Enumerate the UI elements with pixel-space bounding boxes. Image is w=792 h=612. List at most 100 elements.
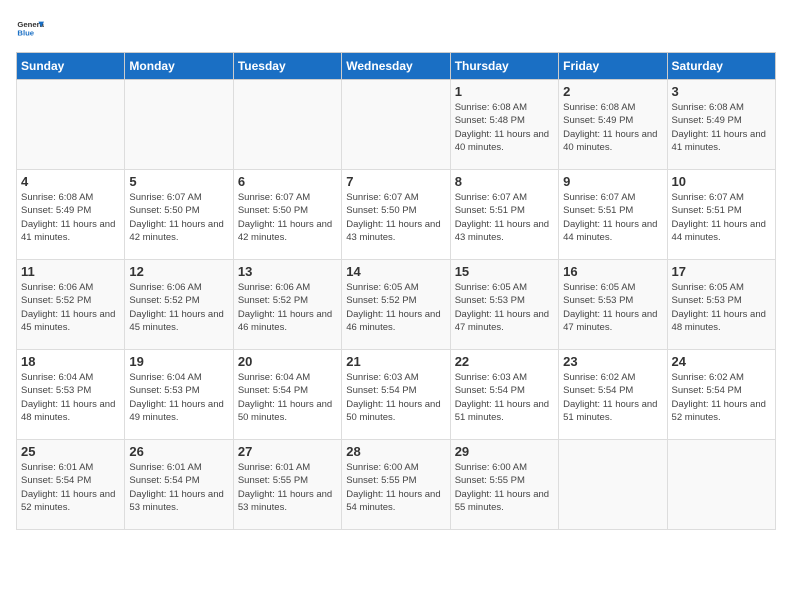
day-number: 6 bbox=[238, 174, 337, 189]
calendar-cell: 15 Sunrise: 6:05 AM Sunset: 5:53 PM Dayli… bbox=[450, 260, 558, 350]
day-number: 8 bbox=[455, 174, 554, 189]
day-number: 18 bbox=[21, 354, 120, 369]
col-header-saturday: Saturday bbox=[667, 53, 775, 80]
day-number: 14 bbox=[346, 264, 445, 279]
calendar-cell bbox=[233, 80, 341, 170]
calendar-cell: 29 Sunrise: 6:00 AM Sunset: 5:55 PM Dayli… bbox=[450, 440, 558, 530]
day-number: 17 bbox=[672, 264, 771, 279]
day-number: 7 bbox=[346, 174, 445, 189]
calendar-cell: 24 Sunrise: 6:02 AM Sunset: 5:54 PM Dayli… bbox=[667, 350, 775, 440]
header: General Blue bbox=[16, 16, 776, 44]
day-number: 22 bbox=[455, 354, 554, 369]
day-number: 23 bbox=[563, 354, 662, 369]
day-info: Sunrise: 6:05 AM Sunset: 5:53 PM Dayligh… bbox=[455, 281, 554, 334]
day-info: Sunrise: 6:07 AM Sunset: 5:50 PM Dayligh… bbox=[238, 191, 337, 244]
col-header-thursday: Thursday bbox=[450, 53, 558, 80]
calendar-cell: 2 Sunrise: 6:08 AM Sunset: 5:49 PM Daylig… bbox=[559, 80, 667, 170]
day-number: 19 bbox=[129, 354, 228, 369]
calendar-cell: 6 Sunrise: 6:07 AM Sunset: 5:50 PM Daylig… bbox=[233, 170, 341, 260]
day-number: 28 bbox=[346, 444, 445, 459]
day-info: Sunrise: 6:07 AM Sunset: 5:51 PM Dayligh… bbox=[455, 191, 554, 244]
day-info: Sunrise: 6:08 AM Sunset: 5:49 PM Dayligh… bbox=[563, 101, 662, 154]
calendar-cell: 26 Sunrise: 6:01 AM Sunset: 5:54 PM Dayli… bbox=[125, 440, 233, 530]
col-header-monday: Monday bbox=[125, 53, 233, 80]
day-info: Sunrise: 6:06 AM Sunset: 5:52 PM Dayligh… bbox=[21, 281, 120, 334]
day-info: Sunrise: 6:02 AM Sunset: 5:54 PM Dayligh… bbox=[563, 371, 662, 424]
day-info: Sunrise: 6:02 AM Sunset: 5:54 PM Dayligh… bbox=[672, 371, 771, 424]
day-info: Sunrise: 6:00 AM Sunset: 5:55 PM Dayligh… bbox=[455, 461, 554, 514]
day-info: Sunrise: 6:04 AM Sunset: 5:53 PM Dayligh… bbox=[21, 371, 120, 424]
calendar-table: SundayMondayTuesdayWednesdayThursdayFrid… bbox=[16, 52, 776, 530]
day-info: Sunrise: 6:05 AM Sunset: 5:53 PM Dayligh… bbox=[563, 281, 662, 334]
logo: General Blue bbox=[16, 16, 44, 44]
day-number: 21 bbox=[346, 354, 445, 369]
col-header-friday: Friday bbox=[559, 53, 667, 80]
day-info: Sunrise: 6:07 AM Sunset: 5:50 PM Dayligh… bbox=[346, 191, 445, 244]
calendar-cell: 1Sunrise: 6:08 AM Sunset: 5:48 PM Daylig… bbox=[450, 80, 558, 170]
day-number: 3 bbox=[672, 84, 771, 99]
day-info: Sunrise: 6:00 AM Sunset: 5:55 PM Dayligh… bbox=[346, 461, 445, 514]
calendar-cell: 16 Sunrise: 6:05 AM Sunset: 5:53 PM Dayli… bbox=[559, 260, 667, 350]
day-info: Sunrise: 6:05 AM Sunset: 5:52 PM Dayligh… bbox=[346, 281, 445, 334]
calendar-cell: 21 Sunrise: 6:03 AM Sunset: 5:54 PM Dayli… bbox=[342, 350, 450, 440]
day-info: Sunrise: 6:03 AM Sunset: 5:54 PM Dayligh… bbox=[346, 371, 445, 424]
day-number: 24 bbox=[672, 354, 771, 369]
calendar-cell: 22 Sunrise: 6:03 AM Sunset: 5:54 PM Dayli… bbox=[450, 350, 558, 440]
calendar-cell: 17 Sunrise: 6:05 AM Sunset: 5:53 PM Dayli… bbox=[667, 260, 775, 350]
calendar-cell: 7 Sunrise: 6:07 AM Sunset: 5:50 PM Daylig… bbox=[342, 170, 450, 260]
col-header-tuesday: Tuesday bbox=[233, 53, 341, 80]
day-info: Sunrise: 6:07 AM Sunset: 5:50 PM Dayligh… bbox=[129, 191, 228, 244]
calendar-cell bbox=[667, 440, 775, 530]
calendar-cell: 12Sunrise: 6:06 AM Sunset: 5:52 PM Dayli… bbox=[125, 260, 233, 350]
day-info: Sunrise: 6:01 AM Sunset: 5:54 PM Dayligh… bbox=[129, 461, 228, 514]
day-number: 27 bbox=[238, 444, 337, 459]
day-number: 29 bbox=[455, 444, 554, 459]
logo-icon: General Blue bbox=[16, 16, 44, 44]
calendar-cell: 20 Sunrise: 6:04 AM Sunset: 5:54 PM Dayli… bbox=[233, 350, 341, 440]
day-number: 9 bbox=[563, 174, 662, 189]
day-info: Sunrise: 6:06 AM Sunset: 5:52 PM Dayligh… bbox=[129, 281, 228, 334]
day-number: 11 bbox=[21, 264, 120, 279]
day-number: 15 bbox=[455, 264, 554, 279]
calendar-cell: 14 Sunrise: 6:05 AM Sunset: 5:52 PM Dayli… bbox=[342, 260, 450, 350]
calendar-cell: 27 Sunrise: 6:01 AM Sunset: 5:55 PM Dayli… bbox=[233, 440, 341, 530]
calendar-cell: 10 Sunrise: 6:07 AM Sunset: 5:51 PM Dayli… bbox=[667, 170, 775, 260]
day-number: 25 bbox=[21, 444, 120, 459]
calendar-cell: 28 Sunrise: 6:00 AM Sunset: 5:55 PM Dayli… bbox=[342, 440, 450, 530]
day-info: Sunrise: 6:04 AM Sunset: 5:54 PM Dayligh… bbox=[238, 371, 337, 424]
day-number: 4 bbox=[21, 174, 120, 189]
day-info: Sunrise: 6:05 AM Sunset: 5:53 PM Dayligh… bbox=[672, 281, 771, 334]
calendar-cell bbox=[559, 440, 667, 530]
svg-text:Blue: Blue bbox=[17, 29, 34, 38]
calendar-cell: 9 Sunrise: 6:07 AM Sunset: 5:51 PM Daylig… bbox=[559, 170, 667, 260]
day-number: 2 bbox=[563, 84, 662, 99]
day-info: Sunrise: 6:01 AM Sunset: 5:55 PM Dayligh… bbox=[238, 461, 337, 514]
col-header-sunday: Sunday bbox=[17, 53, 125, 80]
calendar-cell: 25 Sunrise: 6:01 AM Sunset: 5:54 PM Dayli… bbox=[17, 440, 125, 530]
day-info: Sunrise: 6:06 AM Sunset: 5:52 PM Dayligh… bbox=[238, 281, 337, 334]
day-info: Sunrise: 6:01 AM Sunset: 5:54 PM Dayligh… bbox=[21, 461, 120, 514]
day-number: 20 bbox=[238, 354, 337, 369]
day-number: 10 bbox=[672, 174, 771, 189]
calendar-cell: 18 Sunrise: 6:04 AM Sunset: 5:53 PM Dayli… bbox=[17, 350, 125, 440]
day-number: 26 bbox=[129, 444, 228, 459]
day-info: Sunrise: 6:07 AM Sunset: 5:51 PM Dayligh… bbox=[672, 191, 771, 244]
day-info: Sunrise: 6:08 AM Sunset: 5:49 PM Dayligh… bbox=[672, 101, 771, 154]
day-number: 1 bbox=[455, 84, 554, 99]
day-number: 13 bbox=[238, 264, 337, 279]
calendar-cell bbox=[17, 80, 125, 170]
day-info: Sunrise: 6:03 AM Sunset: 5:54 PM Dayligh… bbox=[455, 371, 554, 424]
day-number: 5 bbox=[129, 174, 228, 189]
day-info: Sunrise: 6:04 AM Sunset: 5:53 PM Dayligh… bbox=[129, 371, 228, 424]
calendar-cell: 13 Sunrise: 6:06 AM Sunset: 5:52 PM Dayli… bbox=[233, 260, 341, 350]
calendar-cell: 19 Sunrise: 6:04 AM Sunset: 5:53 PM Dayli… bbox=[125, 350, 233, 440]
calendar-cell: 4Sunrise: 6:08 AM Sunset: 5:49 PM Daylig… bbox=[17, 170, 125, 260]
day-info: Sunrise: 6:07 AM Sunset: 5:51 PM Dayligh… bbox=[563, 191, 662, 244]
calendar-cell: 5 Sunrise: 6:07 AM Sunset: 5:50 PM Daylig… bbox=[125, 170, 233, 260]
calendar-cell: 8 Sunrise: 6:07 AM Sunset: 5:51 PM Daylig… bbox=[450, 170, 558, 260]
calendar-cell bbox=[342, 80, 450, 170]
calendar-cell bbox=[125, 80, 233, 170]
calendar-cell: 3 Sunrise: 6:08 AM Sunset: 5:49 PM Daylig… bbox=[667, 80, 775, 170]
day-number: 16 bbox=[563, 264, 662, 279]
calendar-cell: 23 Sunrise: 6:02 AM Sunset: 5:54 PM Dayli… bbox=[559, 350, 667, 440]
